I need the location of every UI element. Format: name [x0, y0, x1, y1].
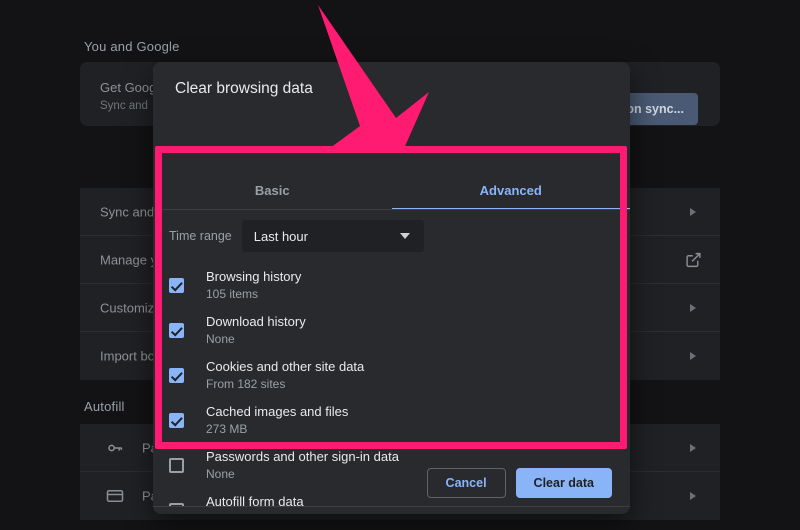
section-title-autofill: Autofill: [84, 399, 125, 414]
clear-browsing-data-dialog: Clear browsing data Basic Advanced Time …: [153, 62, 630, 514]
time-range-value: Last hour: [253, 228, 308, 244]
option-title: Download history: [206, 314, 306, 329]
option-title: Cookies and other site data: [206, 359, 365, 374]
settings-row-label: Customiz: [100, 300, 155, 315]
option-text: Download history None: [206, 309, 306, 347]
option-title: Browsing history: [206, 269, 302, 284]
option-text: Browsing history 105 items: [206, 264, 301, 302]
option-text: Cookies and other site data From 182 sit…: [206, 354, 364, 392]
credit-card-icon: [106, 487, 124, 505]
dialog-tabs: Basic Advanced: [153, 170, 630, 210]
tab-advanced[interactable]: Advanced: [391, 170, 631, 210]
option-title: Cached images and files: [206, 404, 349, 419]
dialog-title: Clear browsing data: [175, 80, 313, 97]
chevron-right-icon: [690, 303, 696, 312]
checkbox-cached-images-and-files[interactable]: [169, 413, 184, 428]
profile-subtitle: Sync and: [100, 100, 148, 112]
time-range-select[interactable]: Last hour: [241, 220, 424, 252]
settings-row-label: Import bo: [100, 348, 155, 364]
option-download-history[interactable]: Download history None: [153, 309, 630, 354]
key-icon: [106, 439, 124, 457]
option-cached-images-and-files[interactable]: Cached images and files 273 MB: [153, 399, 630, 444]
external-link-icon: [685, 251, 702, 268]
tab-basic[interactable]: Basic: [153, 170, 392, 210]
cancel-button[interactable]: Cancel: [426, 468, 506, 498]
settings-row-label: Manage y: [100, 252, 158, 267]
checkbox-download-history[interactable]: [169, 323, 184, 338]
checkbox-cookies-and-site-data[interactable]: [169, 368, 184, 383]
option-cookies-and-site-data[interactable]: Cookies and other site data From 182 sit…: [153, 354, 630, 399]
checkbox-browsing-history[interactable]: [169, 278, 184, 293]
option-subtitle: 273 MB: [206, 422, 248, 436]
clear-data-button[interactable]: Clear data: [515, 468, 612, 498]
chevron-right-icon: [690, 443, 696, 452]
option-subtitle: None: [206, 332, 235, 346]
time-range-row: Time range Last hour: [169, 220, 424, 252]
chevron-right-icon: [690, 207, 696, 216]
chevron-right-icon: [690, 492, 696, 500]
option-subtitle: From 182 sites: [206, 377, 286, 391]
chevron-right-icon: [690, 352, 696, 360]
dialog-footer: Cancel Clear data: [153, 452, 630, 514]
option-text: Cached images and files 273 MB: [206, 399, 348, 437]
caret-down-icon: [399, 233, 410, 239]
section-title-you-and-google: You and Google: [84, 39, 180, 54]
browser-settings-screen: You and Google Get Goog Sync and n on sy…: [0, 0, 800, 530]
settings-row-label: Sync and: [100, 204, 155, 219]
option-subtitle: 105 items: [206, 287, 259, 301]
time-range-label: Time range: [169, 229, 232, 243]
option-browsing-history[interactable]: Browsing history 105 items: [153, 264, 630, 309]
profile-title: Get Goog: [100, 80, 157, 95]
